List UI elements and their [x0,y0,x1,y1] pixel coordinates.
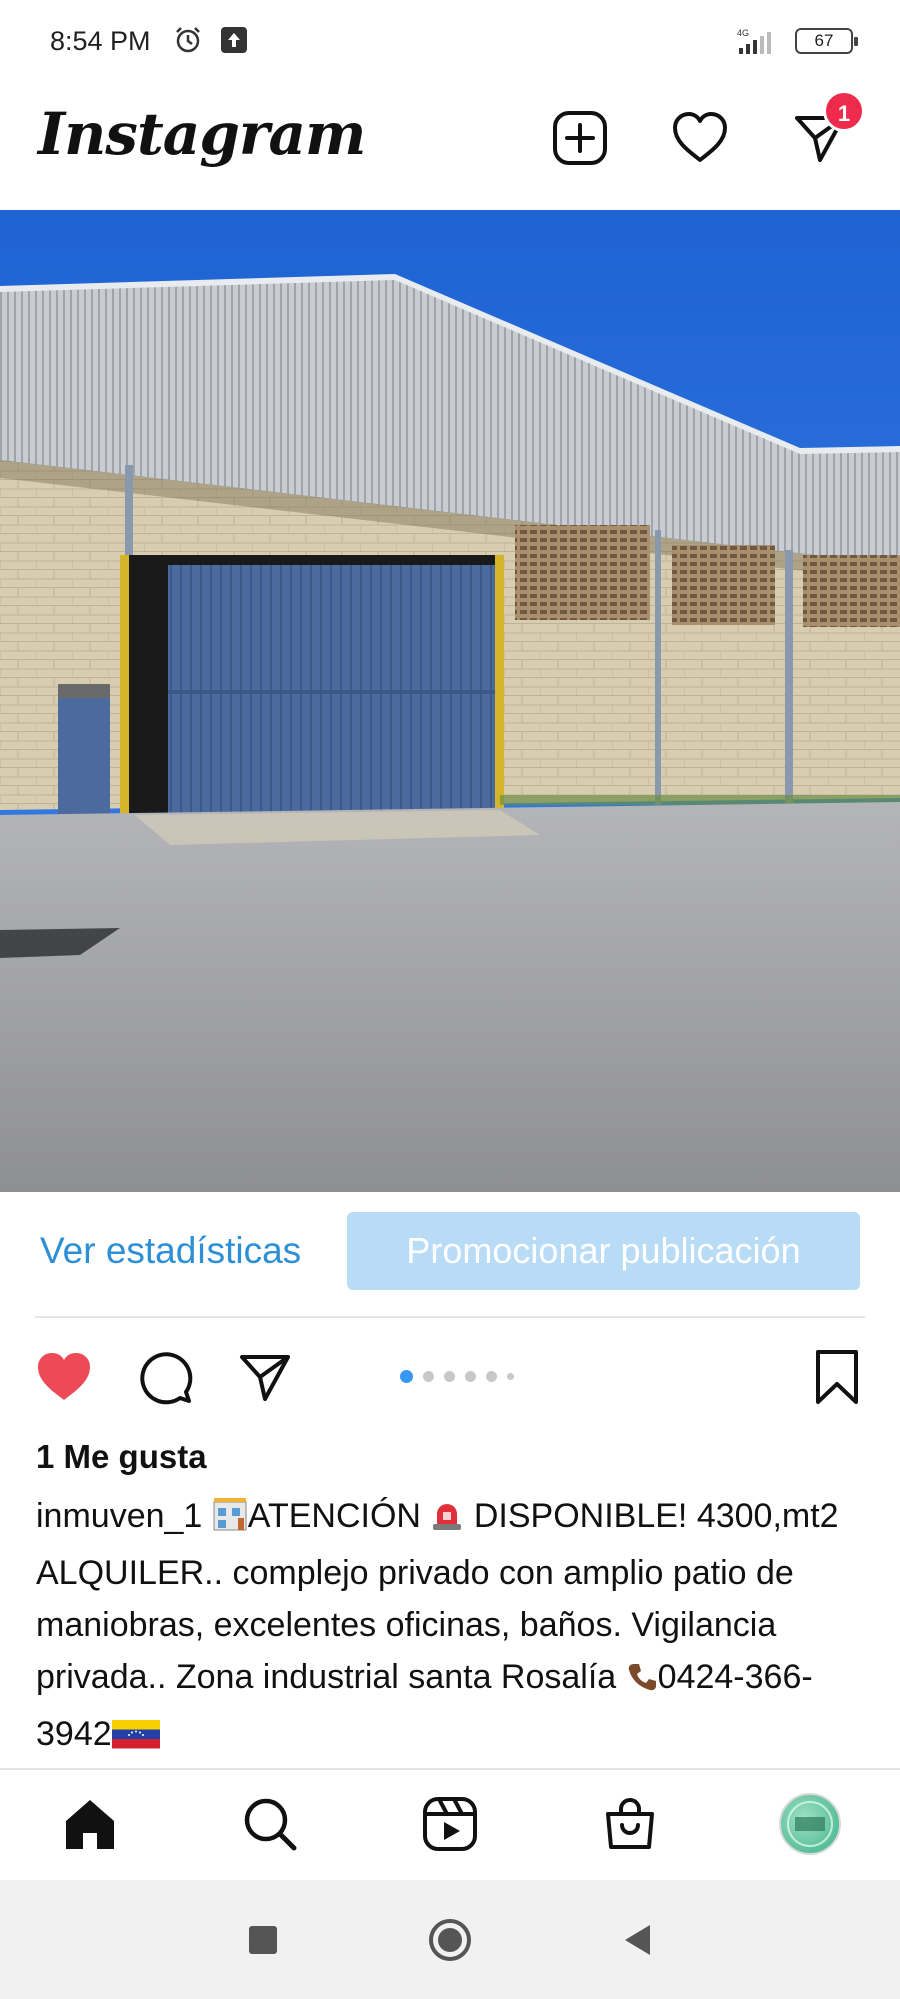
carousel-indicator [400,1370,514,1383]
profile-avatar [779,1793,841,1855]
back-button[interactable] [610,1914,666,1966]
notification-badge: 1 [823,90,865,132]
upload-notification-icon [218,24,250,56]
shop-icon [606,1798,654,1849]
nav-search[interactable] [238,1792,302,1856]
comment-icon [140,1352,193,1405]
carousel-dot [444,1371,455,1382]
building-construction-icon [212,1495,248,1547]
nav-shop[interactable] [598,1792,662,1856]
search-icon [244,1798,297,1851]
carousel-dot [486,1371,497,1382]
instagram-logo[interactable]: Instagram [38,100,366,168]
bookmark-icon [816,1350,858,1404]
share-icon [240,1355,290,1401]
venezuela-flag-icon [111,1713,160,1765]
carousel-dot [400,1370,413,1383]
carousel-dot [507,1373,514,1380]
promote-post-button[interactable]: Promocionar publicación [347,1212,860,1290]
like-button[interactable] [32,1345,96,1409]
signal-icon: 4G [735,26,783,58]
comment-button[interactable] [133,1345,197,1409]
likes-count[interactable]: 1 Me gusta [36,1438,207,1476]
post-actions [0,1335,900,1415]
caption-username[interactable]: inmuven_1 [36,1497,202,1535]
square-icon [249,1926,277,1954]
system-navigation-bar [0,1880,900,1999]
heart-icon [673,112,727,162]
nav-reels[interactable] [418,1792,482,1856]
new-post-icon [553,111,607,165]
app-header: Instagram [0,86,900,206]
back-triangle-icon [625,1925,650,1955]
view-insights-link[interactable]: Ver estadísticas [40,1230,301,1272]
bottom-navigation [0,1770,900,1878]
alarm-icon [172,24,204,56]
home-button[interactable] [422,1914,478,1966]
recents-button[interactable] [235,1914,291,1966]
nav-home[interactable] [58,1792,122,1856]
rotating-light-icon [430,1495,464,1547]
reels-icon [423,1797,477,1851]
post-image[interactable] [0,210,900,1192]
network-type: 4G [737,28,749,38]
heart-filled-icon [38,1353,90,1400]
carousel-dot [423,1371,434,1382]
caption-text-attention: ATENCIÓN [247,1497,421,1535]
carousel-dot [465,1371,476,1382]
home-icon [66,1800,114,1849]
status-bar: 8:54 PM 4G 67 [0,0,900,86]
promotion-row: Ver estadísticas Promocionar publicación [0,1200,900,1305]
divider [35,1316,865,1318]
share-button[interactable] [233,1345,297,1409]
battery-indicator: 67 [795,28,858,54]
circle-icon [429,1919,471,1961]
telephone-icon [626,1656,658,1708]
nav-profile[interactable] [778,1792,842,1856]
new-post-button[interactable] [548,106,612,170]
save-button[interactable] [805,1345,869,1409]
status-time: 8:54 PM [50,26,151,56]
activity-button[interactable] [668,106,732,170]
post-caption: inmuven_1 ATENCIÓN DISPONIBLE! 4300,mt2 … [36,1490,866,1765]
